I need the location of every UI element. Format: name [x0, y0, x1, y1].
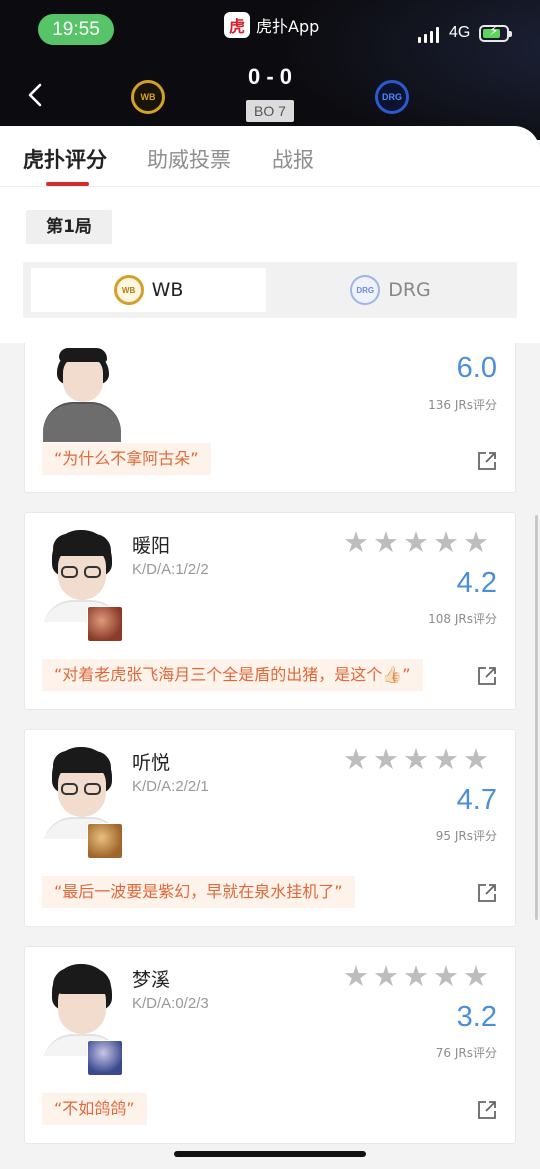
star-icon[interactable]: ★	[343, 962, 369, 991]
player-card[interactable]: 暖阳 K/D/A:1/2/2 ★ ★ ★ ★ ★ 4.2 108 JRs评分 “对着老虎…	[24, 512, 516, 710]
star-icon[interactable]: ★	[403, 528, 429, 557]
home-indicator[interactable]	[174, 1151, 366, 1157]
player-votes: 108 JRs评分	[428, 612, 497, 626]
active-tab-indicator	[46, 182, 89, 186]
share-icon[interactable]	[477, 1100, 497, 1120]
star-icon[interactable]: ★	[463, 962, 489, 991]
tab-match-report[interactable]: 战报	[272, 144, 314, 174]
team-switch: WB WB DRG DRG	[23, 262, 517, 318]
player-votes: 95 JRs评分	[435, 829, 497, 843]
player-portrait	[43, 346, 121, 442]
app-pill[interactable]: 虎 虎扑App	[224, 11, 319, 39]
star-icon[interactable]: ★	[433, 962, 459, 991]
match-header: 19:55 虎 虎扑App 4G ⚡ WB 0 - 0 BO 7 DRG	[0, 0, 540, 140]
drg-logo-icon: DRG	[350, 275, 381, 305]
player-kda: K/D/A:2/2/1	[132, 778, 209, 795]
hero-avatar	[87, 823, 123, 859]
star-icon[interactable]: ★	[343, 745, 369, 774]
share-icon[interactable]	[477, 883, 497, 903]
hero-avatar	[87, 606, 123, 642]
star-icon[interactable]: ★	[373, 745, 399, 774]
chevron-left-icon	[28, 83, 42, 107]
team-switch-drg-label: DRG	[388, 279, 431, 301]
player-votes: 76 JRs评分	[435, 1046, 497, 1060]
signal-icon	[418, 27, 442, 43]
star-icon[interactable]: ★	[463, 745, 489, 774]
hupu-logo-icon: 虎	[224, 12, 250, 38]
team-switch-wb[interactable]: WB WB	[31, 268, 266, 312]
app-name: 虎扑App	[256, 17, 320, 36]
player-name: 暖阳	[132, 535, 171, 557]
star-icon[interactable]: ★	[373, 528, 399, 557]
hot-comment[interactable]: “对着老虎张飞海月三个全是盾的出猪，是这个👍🏻”	[42, 659, 423, 691]
share-icon[interactable]	[477, 451, 497, 471]
player-name: 梦溪	[132, 969, 171, 991]
scrollbar[interactable]	[535, 515, 538, 920]
hero-avatar	[87, 1040, 123, 1076]
player-score: 3.2	[456, 1001, 497, 1033]
hot-comment[interactable]: “为什么不拿阿古朵”	[42, 443, 211, 475]
team-wb-logo[interactable]: WB	[131, 80, 165, 114]
star-rating[interactable]: ★ ★ ★ ★ ★	[343, 528, 503, 557]
player-score: 4.7	[456, 784, 497, 816]
player-name: 听悦	[132, 752, 171, 774]
player-card[interactable]: 6.0 136 JRs评分 “为什么不拿阿古朵”	[24, 343, 516, 493]
star-icon[interactable]: ★	[373, 962, 399, 991]
rating-panel: 虎扑评分 助威投票 战报 第1局 WB WB DRG DRG	[0, 126, 540, 343]
hot-comment[interactable]: “不如鸽鸽”	[42, 1093, 147, 1125]
team-switch-wb-label: WB	[151, 279, 184, 301]
star-rating[interactable]: ★ ★ ★ ★ ★	[343, 745, 503, 774]
star-icon[interactable]: ★	[343, 528, 369, 557]
tab-cheer-vote[interactable]: 助威投票	[147, 144, 231, 174]
star-rating[interactable]: ★ ★ ★ ★ ★	[343, 962, 503, 991]
tab-bar: 虎扑评分 助威投票 战报	[0, 126, 540, 187]
player-kda: K/D/A:0/2/3	[132, 995, 209, 1012]
battery-icon: ⚡	[479, 24, 512, 42]
star-icon[interactable]: ★	[463, 528, 489, 557]
player-score: 4.2	[456, 567, 497, 599]
star-icon[interactable]: ★	[403, 962, 429, 991]
match-score: 0 - 0	[247, 64, 293, 89]
share-icon[interactable]	[477, 666, 497, 686]
star-icon[interactable]: ★	[433, 745, 459, 774]
status-time: 19:55	[38, 14, 114, 45]
team-switch-drg[interactable]: DRG DRG	[273, 268, 508, 312]
star-icon[interactable]: ★	[433, 528, 459, 557]
team-drg-logo[interactable]: DRG	[375, 80, 409, 114]
network-label: 4G	[449, 24, 471, 41]
player-votes: 136 JRs评分	[428, 398, 497, 412]
round-selector[interactable]: 第1局	[26, 210, 112, 244]
match-format: BO 7	[246, 100, 294, 122]
star-icon[interactable]: ★	[403, 745, 429, 774]
player-score: 6.0	[456, 352, 497, 384]
back-button[interactable]	[24, 80, 48, 110]
wb-logo-icon: WB	[113, 275, 144, 305]
player-rating-list[interactable]: 6.0 136 JRs评分 “为什么不拿阿古朵” 暖阳 K/D/A:1/2/2 …	[0, 343, 540, 1169]
hot-comment[interactable]: “最后一波要是紫幻，早就在泉水挂机了”	[42, 876, 355, 908]
player-card[interactable]: 梦溪 K/D/A:0/2/3 ★ ★ ★ ★ ★ 3.2 76 JRs评分 “不如鸽鸽”	[24, 946, 516, 1144]
player-card[interactable]: 听悦 K/D/A:2/2/1 ★ ★ ★ ★ ★ 4.7 95 JRs评分 “最后一波要…	[24, 729, 516, 927]
tab-hupu-rating[interactable]: 虎扑评分	[23, 144, 107, 174]
player-kda: K/D/A:1/2/2	[132, 561, 209, 578]
